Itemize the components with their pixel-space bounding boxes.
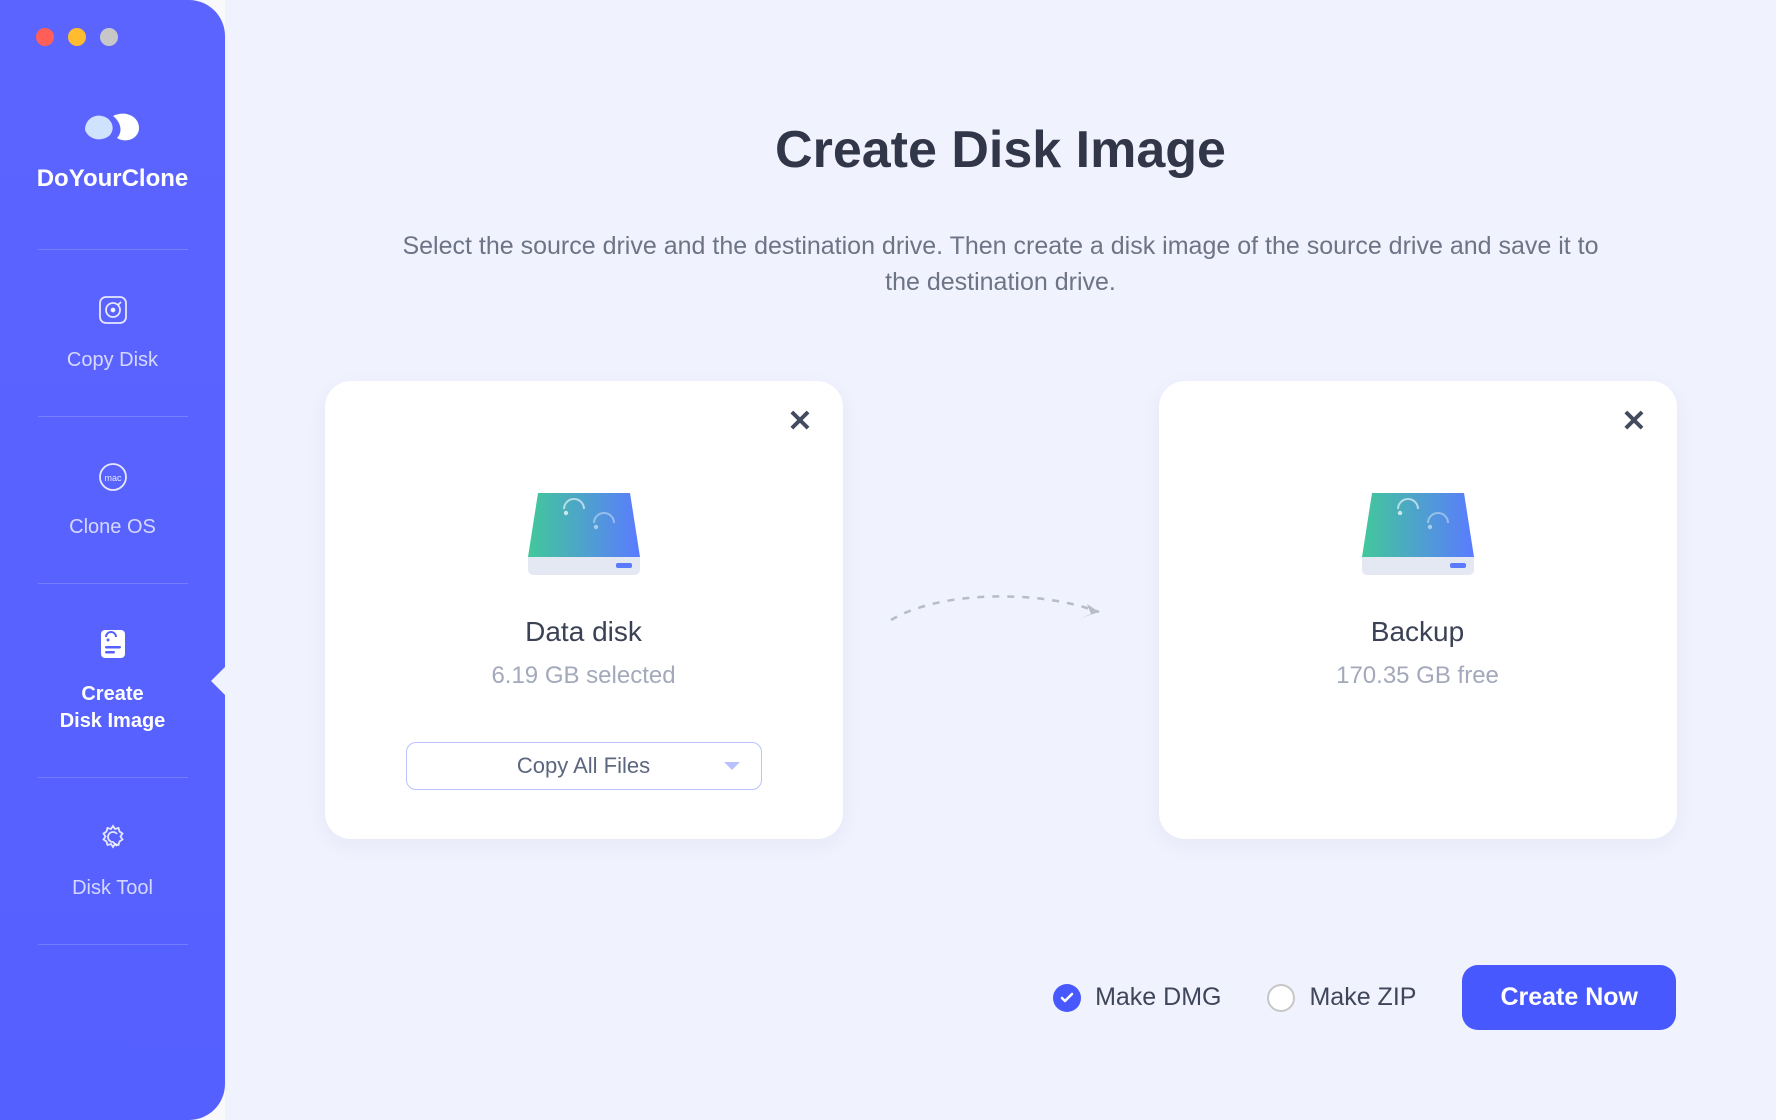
footer-bar: Make DMG Make ZIP Create Now (285, 965, 1716, 1060)
sidebar-item-copy-disk[interactable]: Copy Disk (0, 250, 225, 416)
drive-cards-row: ✕ (285, 381, 1716, 839)
copy-mode-label: Copy All Files (517, 753, 650, 779)
destination-drive-name: Backup (1371, 616, 1464, 648)
brand: DoYourClone (37, 106, 189, 193)
make-dmg-label: Make DMG (1095, 983, 1221, 1012)
clone-os-icon: mac (95, 459, 131, 500)
divider (38, 944, 188, 945)
app-window: DoYourClone Copy Disk (0, 0, 1776, 1120)
destination-drive-subtitle: 170.35 GB free (1336, 662, 1499, 690)
main-content: Create Disk Image Select the source driv… (225, 0, 1776, 1120)
sidebar-item-create-disk-image[interactable]: Create Disk Image (0, 584, 225, 777)
brand-logo-icon (79, 106, 145, 151)
window-controls (36, 28, 118, 46)
page-description: Select the source drive and the destinat… (401, 228, 1601, 301)
window-minimize-icon[interactable] (68, 28, 86, 46)
page-title: Create Disk Image (285, 120, 1716, 180)
sidebar-item-label: Disk Tool (72, 875, 153, 902)
radio-checked-icon (1053, 984, 1081, 1012)
make-zip-label: Make ZIP (1309, 983, 1416, 1012)
sidebar-item-disk-tool[interactable]: Disk Tool (0, 778, 225, 944)
drive-icon (1358, 483, 1478, 588)
sidebar-item-label: Copy Disk (67, 347, 158, 374)
sidebar-item-label: Clone OS (69, 514, 156, 541)
window-close-icon[interactable] (36, 28, 54, 46)
source-drive-name: Data disk (525, 616, 642, 648)
brand-name: DoYourClone (37, 165, 189, 193)
window-zoom-icon[interactable] (100, 28, 118, 46)
source-drive-subtitle: 6.19 GB selected (491, 662, 675, 690)
close-icon[interactable]: ✕ (787, 407, 812, 437)
svg-text:mac: mac (104, 473, 122, 483)
drive-icon (524, 483, 644, 588)
create-now-button[interactable]: Create Now (1462, 965, 1676, 1030)
disk-image-icon (95, 626, 131, 667)
chevron-down-icon (723, 753, 741, 779)
sidebar: DoYourClone Copy Disk (0, 0, 225, 1120)
make-zip-radio[interactable]: Make ZIP (1267, 983, 1416, 1012)
copy-mode-select[interactable]: Copy All Files (406, 742, 762, 790)
radio-unchecked-icon (1267, 984, 1295, 1012)
source-drive-card[interactable]: ✕ (325, 381, 843, 839)
disk-tool-icon (95, 820, 131, 861)
copy-disk-icon (95, 292, 131, 333)
make-dmg-radio[interactable]: Make DMG (1053, 983, 1221, 1012)
close-icon[interactable]: ✕ (1621, 407, 1646, 437)
arrow-icon (881, 580, 1121, 640)
sidebar-item-clone-os[interactable]: mac Clone OS (0, 417, 225, 583)
sidebar-item-label: Create Disk Image (60, 681, 166, 735)
destination-drive-card[interactable]: ✕ (1159, 381, 1677, 839)
sidebar-nav: Copy Disk mac Clone OS (0, 249, 225, 945)
